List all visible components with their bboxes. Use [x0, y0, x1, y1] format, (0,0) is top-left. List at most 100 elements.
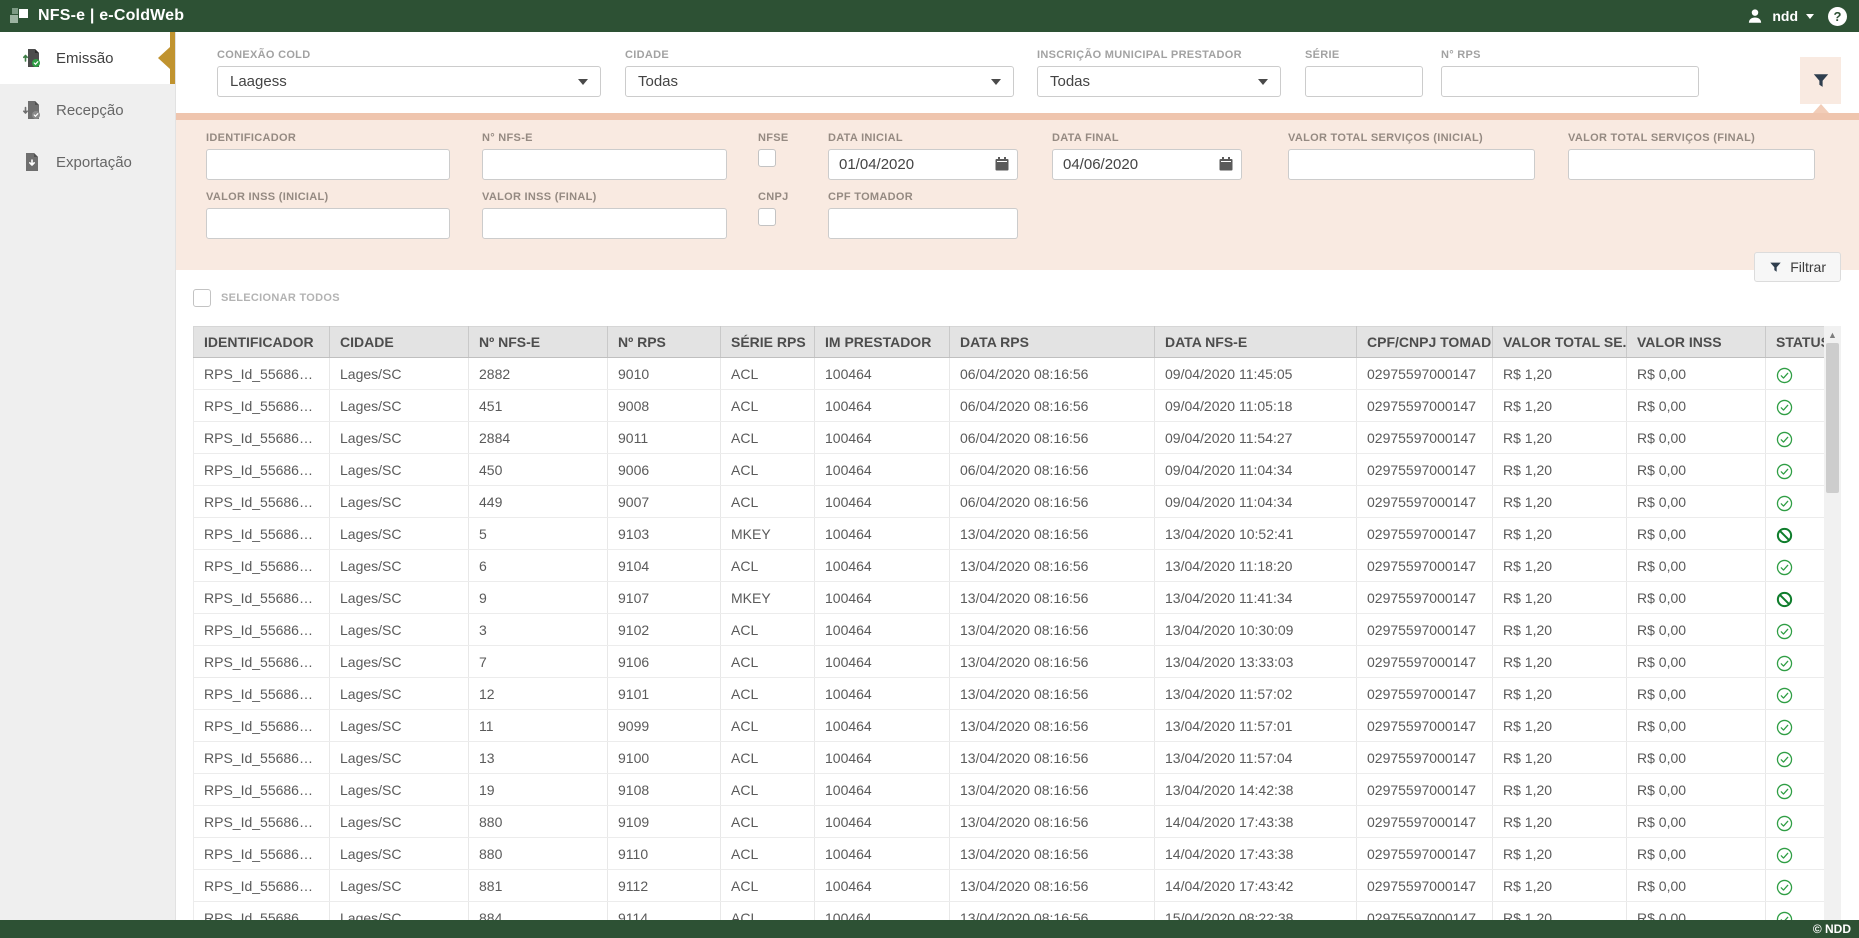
cell-n-nfse: 881 — [469, 870, 608, 902]
cell-data-nfse: 13/04/2020 10:30:09 — [1155, 614, 1357, 646]
cell-n-rps: 9008 — [608, 390, 721, 422]
table-row[interactable]: RPS_Id_55686_Te...Lages/SC39102ACL100464… — [194, 614, 1825, 646]
cidade-select[interactable]: Todas — [625, 66, 1014, 97]
status-cell — [1766, 646, 1825, 678]
cell-valor-total: R$ 1,20 — [1493, 614, 1627, 646]
sidebar-item-recepcao[interactable]: Recepção — [0, 84, 175, 136]
column-header: CPF/CNPJ TOMAD... — [1357, 327, 1493, 358]
cell-serie-rps: ACL — [721, 870, 815, 902]
table-row[interactable]: RPS_Id_55686_Te...Lages/SC4519008ACL1004… — [194, 390, 1825, 422]
table-row[interactable]: RPS_Id_55686_Te...Lages/SC79106ACL100464… — [194, 646, 1825, 678]
cell-valor-total: R$ 1,20 — [1493, 422, 1627, 454]
n-rps-input[interactable] — [1441, 66, 1699, 97]
table-row[interactable]: RPS_Id_55686_Te...Lages/SC69104ACL100464… — [194, 550, 1825, 582]
main-content: CONEXÃO COLD Laagess CIDADE Todas INSCRI… — [176, 32, 1859, 920]
export-document-icon — [22, 152, 42, 172]
cell-data-nfse: 13/04/2020 13:33:03 — [1155, 646, 1357, 678]
sidebar-item-emissao[interactable]: Emissão — [0, 32, 175, 84]
serie-input[interactable] — [1305, 66, 1423, 97]
cell-n-rps: 9114 — [608, 902, 721, 921]
cell-data-nfse: 09/04/2020 11:04:34 — [1155, 454, 1357, 486]
n-nfse-input[interactable] — [482, 149, 727, 180]
scrollbar-up-arrow[interactable]: ▲ — [1824, 326, 1841, 343]
cell-n-rps: 9112 — [608, 870, 721, 902]
table-row[interactable]: RPS_Id_55686_Te...Lages/SC119099ACL10046… — [194, 710, 1825, 742]
cell-im-prestador: 100464 — [815, 518, 950, 550]
cell-n-rps: 9007 — [608, 486, 721, 518]
filter-toggle-button[interactable] — [1800, 57, 1841, 104]
cell-n-nfse: 884 — [469, 902, 608, 921]
cell-data-rps: 13/04/2020 08:16:56 — [950, 614, 1155, 646]
cell-cpf-cnpj: 02975597000147 — [1357, 838, 1493, 870]
valor-total-inicial-input[interactable] — [1288, 149, 1535, 180]
cell-im-prestador: 100464 — [815, 646, 950, 678]
data-inicial-label: DATA INICIAL — [828, 132, 1018, 144]
table-row[interactable]: RPS_Id_55686_Te...Lages/SC59103MKEY10046… — [194, 518, 1825, 550]
footer-bar: © NDD — [0, 920, 1859, 938]
cell-valor-inss: R$ 0,00 — [1627, 550, 1766, 582]
valor-inss-final-input[interactable] — [482, 208, 727, 239]
table-row[interactable]: RPS_Id_55686_Te...Lages/SC28829010ACL100… — [194, 358, 1825, 390]
cnpj-checkbox[interactable] — [758, 208, 776, 226]
cell-n-rps: 9101 — [608, 678, 721, 710]
table-row[interactable]: RPS_Id_55686_Te...Lages/SC199108ACL10046… — [194, 774, 1825, 806]
status-ok-icon — [1776, 783, 1793, 800]
help-button[interactable]: ? — [1828, 7, 1847, 26]
cell-cidade: Lages/SC — [330, 902, 469, 921]
cell-identificador: RPS_Id_55686_Te... — [194, 838, 330, 870]
table-row[interactable]: RPS_Id_55686_Te...Lages/SC4499007ACL1004… — [194, 486, 1825, 518]
nfse-checkbox[interactable] — [758, 149, 776, 167]
filtrar-button-label: Filtrar — [1790, 259, 1826, 275]
cell-valor-inss: R$ 0,00 — [1627, 710, 1766, 742]
valor-total-final-input[interactable] — [1568, 149, 1815, 180]
table-row[interactable]: RPS_Id_55686_Te...Lages/SC8849114ACL1004… — [194, 902, 1825, 921]
cpf-tomador-input[interactable] — [828, 208, 1018, 239]
valor-total-final-label: VALOR TOTAL SERVIÇOS (FINAL) — [1568, 132, 1815, 144]
n-nfse-label: N° NFS-E — [482, 132, 727, 144]
status-ok-icon — [1776, 559, 1793, 576]
cell-im-prestador: 100464 — [815, 390, 950, 422]
cell-cpf-cnpj: 02975597000147 — [1357, 646, 1493, 678]
column-header: SÉRIE RPS — [721, 327, 815, 358]
table-row[interactable]: RPS_Id_55686_Te...Lages/SC139100ACL10046… — [194, 742, 1825, 774]
table-row[interactable]: RPS_Id_55686_Te...Lages/SC8809109ACL1004… — [194, 806, 1825, 838]
copyright-text: © NDD — [1813, 922, 1851, 936]
cell-identificador: RPS_Id_55686_Te... — [194, 358, 330, 390]
identificador-input[interactable] — [206, 149, 450, 180]
cell-valor-inss: R$ 0,00 — [1627, 614, 1766, 646]
cell-cidade: Lages/SC — [330, 486, 469, 518]
valor-inss-inicial-input[interactable] — [206, 208, 450, 239]
select-all-checkbox[interactable] — [193, 289, 211, 307]
scrollbar-thumb[interactable] — [1826, 343, 1839, 493]
table-row[interactable]: RPS_Id_55686_Te...Lages/SC8819112ACL1004… — [194, 870, 1825, 902]
cell-identificador: RPS_Id_55686_Te... — [194, 486, 330, 518]
cell-data-rps: 13/04/2020 08:16:56 — [950, 838, 1155, 870]
user-menu[interactable]: ndd — [1746, 7, 1814, 25]
data-final-input[interactable] — [1052, 149, 1242, 180]
cell-valor-total: R$ 1,20 — [1493, 838, 1627, 870]
cell-n-nfse: 6 — [469, 550, 608, 582]
table-row[interactable]: RPS_Id_55686_Te...Lages/SC28849011ACL100… — [194, 422, 1825, 454]
filtrar-button[interactable]: Filtrar — [1754, 252, 1841, 282]
cell-serie-rps: ACL — [721, 454, 815, 486]
cell-identificador: RPS_Id_55686_Te... — [194, 806, 330, 838]
panel-pointer — [1813, 104, 1829, 113]
inscricao-select[interactable]: Todas — [1037, 66, 1281, 97]
table-row[interactable]: RPS_Id_55686_Te...Lages/SC4509006ACL1004… — [194, 454, 1825, 486]
status-ok-icon — [1776, 879, 1793, 896]
table-row[interactable]: RPS_Id_55686_Te...Lages/SC129101ACL10046… — [194, 678, 1825, 710]
column-header: Nº RPS — [608, 327, 721, 358]
cell-identificador: RPS_Id_55686_Te... — [194, 678, 330, 710]
sidebar-item-exportacao[interactable]: Exportação — [0, 136, 175, 188]
chevron-down-icon — [578, 79, 588, 85]
cell-serie-rps: ACL — [721, 742, 815, 774]
data-inicial-input[interactable] — [828, 149, 1018, 180]
table-row[interactable]: RPS_Id_55686_Te...Lages/SC8809110ACL1004… — [194, 838, 1825, 870]
conexao-cold-select[interactable]: Laagess — [217, 66, 601, 97]
sidebar: Emissão Recepção Exportação — [0, 32, 176, 920]
cell-identificador: RPS_Id_55686_Te... — [194, 614, 330, 646]
results-table-area: IDENTIFICADORCIDADENº NFS-ENº RPSSÉRIE R… — [176, 326, 1859, 920]
cell-n-rps: 9010 — [608, 358, 721, 390]
table-scrollbar[interactable]: ▲ — [1824, 326, 1841, 920]
table-row[interactable]: RPS_Id_55686_Te...Lages/SC99107MKEY10046… — [194, 582, 1825, 614]
